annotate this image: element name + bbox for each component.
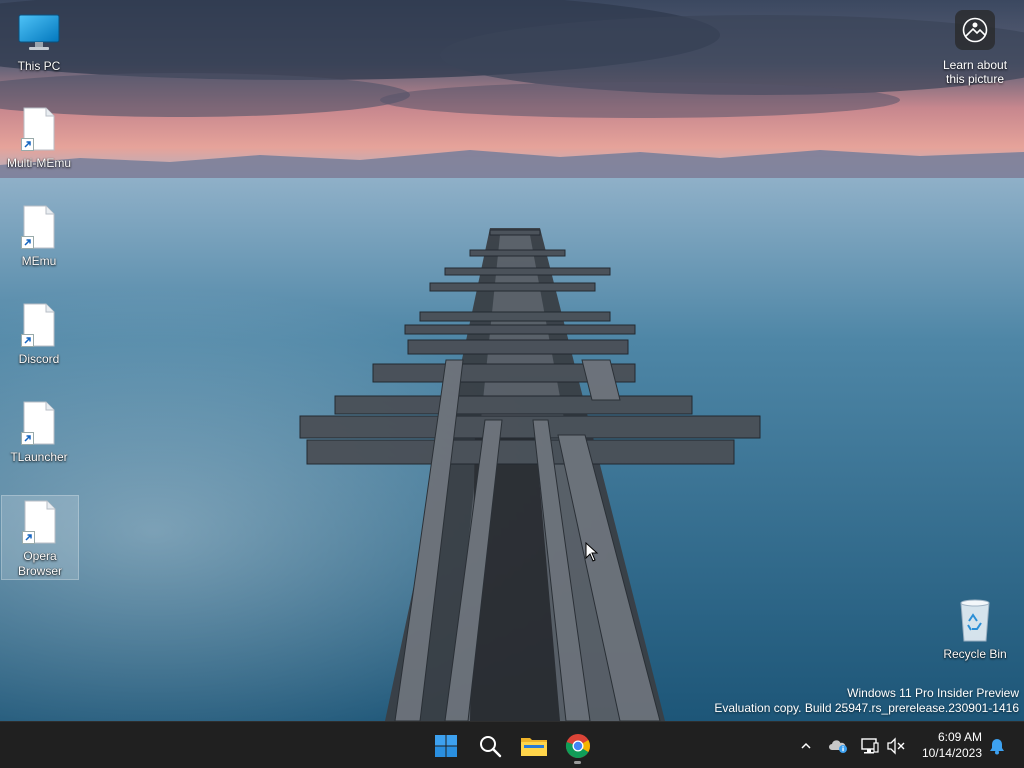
desktop-icon-label: Opera Browser [17, 549, 62, 578]
wallpaper [0, 0, 1024, 721]
folder-icon [521, 738, 547, 756]
desktop-icon-label: MEmu [21, 254, 57, 268]
desktop-icon-opera-browser[interactable]: Opera Browser [1, 495, 79, 580]
spotlight-icon [962, 17, 988, 43]
desktop-icon-tlauncher[interactable]: TLauncher [0, 399, 78, 465]
watermark-build: Evaluation copy. Build 25947.rs_prerelea… [714, 701, 1019, 715]
clock-date: 10/14/2023 [921, 746, 982, 760]
desktop-icon-label: Discord [18, 352, 60, 366]
desktop-icon-this-pc[interactable]: This PC [0, 8, 78, 74]
learn-about-picture[interactable]: Learn about this picture [936, 10, 1014, 86]
notifications-button[interactable] [985, 726, 1009, 766]
show-hidden-icons-button[interactable] [795, 726, 817, 766]
search-icon [480, 736, 502, 758]
taskbar: 6:09 AM 10/14/2023 [0, 721, 1024, 768]
desktop-icon-multi-memu[interactable]: Multi-MEmu [0, 105, 78, 171]
desktop-icon-memu[interactable]: MEmu [0, 203, 78, 269]
bell-icon [990, 739, 1004, 755]
windows-watermark: Windows 11 Pro Insider Preview Evaluatio… [714, 686, 1019, 716]
recycle-bin-icon [960, 599, 990, 642]
desktop-icon-label: TLauncher [10, 450, 68, 464]
windows-logo-icon [435, 735, 457, 757]
shortcut-arrow-icon [21, 138, 34, 151]
desktop-icon-label: Multi-MEmu [6, 156, 71, 170]
desktop[interactable]: This PC Multi-MEmu MEmu Discord TLaunche… [0, 0, 1024, 721]
start-button[interactable] [426, 726, 466, 766]
chrome-button[interactable] [558, 726, 598, 766]
onedrive-tray-button[interactable] [826, 726, 850, 766]
desktop-icon-discord[interactable]: Discord [0, 301, 78, 367]
shortcut-arrow-icon [22, 531, 35, 544]
desktop-icon-recycle-bin[interactable]: Recycle Bin [936, 596, 1014, 662]
volume-muted-icon [887, 737, 905, 755]
chrome-icon [565, 734, 590, 759]
mouse-cursor-icon [585, 542, 599, 562]
clock-button[interactable]: 6:09 AM 10/14/2023 [922, 729, 982, 761]
monitor-icon [18, 14, 60, 50]
shortcut-arrow-icon [21, 236, 34, 249]
file-explorer-button[interactable] [514, 726, 554, 766]
chevron-up-icon [801, 742, 811, 749]
desktop-icon-label: Recycle Bin [943, 647, 1007, 661]
shortcut-arrow-icon [21, 432, 34, 445]
learn-about-label: Learn about this picture [942, 58, 1008, 86]
shortcut-arrow-icon [21, 334, 34, 347]
running-indicator [574, 761, 581, 764]
search-button[interactable] [470, 726, 510, 766]
network-tray-button[interactable] [858, 726, 882, 766]
watermark-edition: Windows 11 Pro Insider Preview [847, 686, 1019, 700]
volume-tray-button[interactable] [884, 726, 908, 766]
cloud-info-icon [829, 740, 847, 753]
network-monitor-icon [861, 738, 879, 754]
clock-time: 6:09 AM [937, 730, 982, 744]
desktop-icon-label: This PC [17, 59, 61, 73]
